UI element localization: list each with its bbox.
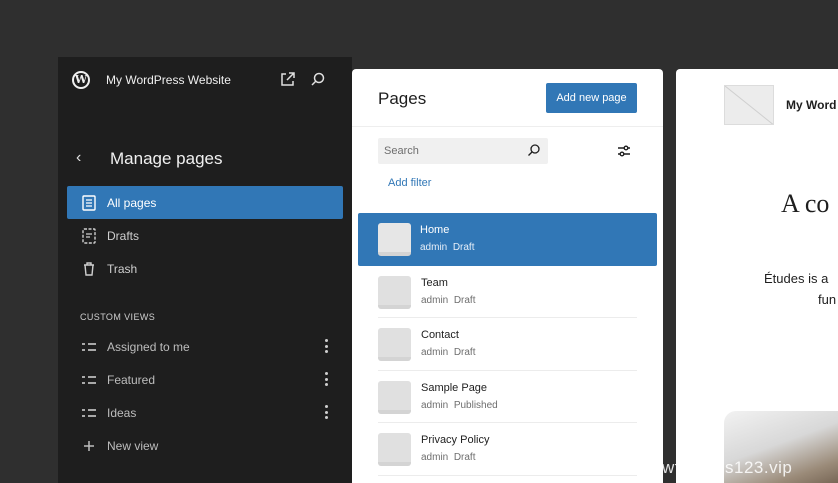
list-item[interactable]: Contact admin Draft: [378, 318, 637, 371]
new-view-label: New view: [107, 438, 159, 453]
search-icon: [528, 144, 540, 156]
page-preview[interactable]: My Word A co Études is a fun: [676, 69, 838, 483]
preview-heading: A co: [781, 189, 830, 218]
page-title-text: Team: [421, 276, 448, 289]
page-meta: admin Draft: [421, 347, 476, 358]
view-item-label: Featured: [107, 372, 156, 387]
sidebar: W My WordPress Website ‹ Manage pages Al…: [58, 57, 352, 483]
site-bar: W My WordPress Website: [58, 57, 352, 103]
search-icon[interactable]: [310, 71, 326, 87]
page-title-text: Contact: [421, 329, 459, 341]
pages-panel: Pages Add new page Add filter Home admin…: [352, 69, 663, 483]
list-icon: [81, 372, 97, 388]
wordpress-logo-icon[interactable]: W: [72, 71, 90, 89]
more-options-icon[interactable]: [325, 372, 329, 386]
back-chevron-icon[interactable]: ‹: [76, 149, 81, 167]
add-new-page-button[interactable]: Add new page: [546, 83, 637, 113]
pages-header: Pages Add new page: [352, 69, 663, 127]
pages-list: Home admin Draft Team admin Draft Contac…: [352, 213, 663, 476]
page-thumbnail: [378, 223, 411, 256]
preview-body-text: fun: [818, 292, 837, 307]
site-logo-placeholder: [724, 85, 774, 125]
add-filter-link[interactable]: Add filter: [388, 177, 431, 189]
sidebar-item-drafts[interactable]: Drafts: [67, 219, 343, 252]
page-title-text: Privacy Policy: [421, 434, 490, 446]
external-link-icon[interactable]: [280, 71, 296, 87]
new-view-button[interactable]: New view: [67, 429, 343, 462]
list-item[interactable]: Home admin Draft: [358, 213, 657, 266]
list-item[interactable]: Sample Page admin Published: [378, 371, 637, 423]
custom-views-list: Assigned to me Featured Ideas New view: [67, 330, 343, 462]
page-meta: admin Published: [421, 399, 498, 411]
list-item[interactable]: Team admin Draft: [378, 266, 637, 318]
sidebar-item-label: Trash: [107, 261, 138, 276]
view-item-featured[interactable]: Featured: [67, 363, 343, 396]
custom-views-label: CUSTOM VIEWS: [80, 312, 156, 322]
search-input[interactable]: [384, 143, 524, 159]
sidebar-item-label: Drafts: [107, 228, 140, 243]
more-options-icon[interactable]: [325, 339, 329, 353]
page-meta: admin Draft: [421, 294, 476, 306]
page-meta: admin Draft: [420, 242, 475, 253]
view-item-label: Assigned to me: [107, 339, 190, 354]
page-thumbnail: [378, 380, 411, 414]
page-title-text: Home: [420, 224, 450, 236]
page-title: Pages: [378, 89, 427, 108]
list-item[interactable]: Privacy Policy admin Draft: [378, 423, 637, 476]
sidebar-item-all-pages[interactable]: All pages: [67, 186, 343, 219]
manage-pages-header: ‹ Manage pages: [58, 145, 352, 175]
page-thumbnail: [378, 328, 411, 361]
sidebar-nav: All pages Drafts Trash: [67, 186, 343, 285]
page-thumbnail: [378, 433, 411, 466]
site-title[interactable]: My WordPress Website: [106, 73, 231, 87]
page-title-text: Sample Page: [421, 381, 488, 394]
manage-pages-title: Manage pages: [110, 149, 223, 168]
more-options-icon[interactable]: [325, 405, 329, 419]
view-item-assigned-to-me[interactable]: Assigned to me: [67, 330, 343, 363]
sidebar-item-label: All pages: [107, 195, 157, 210]
page-meta: admin Draft: [421, 452, 476, 463]
view-item-ideas[interactable]: Ideas: [67, 396, 343, 429]
view-options-icon[interactable]: [616, 143, 632, 159]
sidebar-item-trash[interactable]: Trash: [67, 252, 343, 285]
view-item-label: Ideas: [107, 405, 137, 420]
drafts-icon: [81, 227, 97, 244]
list-icon: [81, 405, 97, 421]
trash-icon: [81, 261, 97, 277]
pages-icon: [81, 194, 97, 211]
watermark: wtopress123.vip: [662, 458, 793, 477]
list-icon: [81, 339, 97, 355]
plus-icon: [81, 438, 97, 454]
page-thumbnail: [378, 275, 411, 309]
preview-body-text: Études is a: [764, 271, 829, 286]
search-field[interactable]: [378, 138, 548, 164]
preview-site-name: My Word: [786, 98, 837, 112]
